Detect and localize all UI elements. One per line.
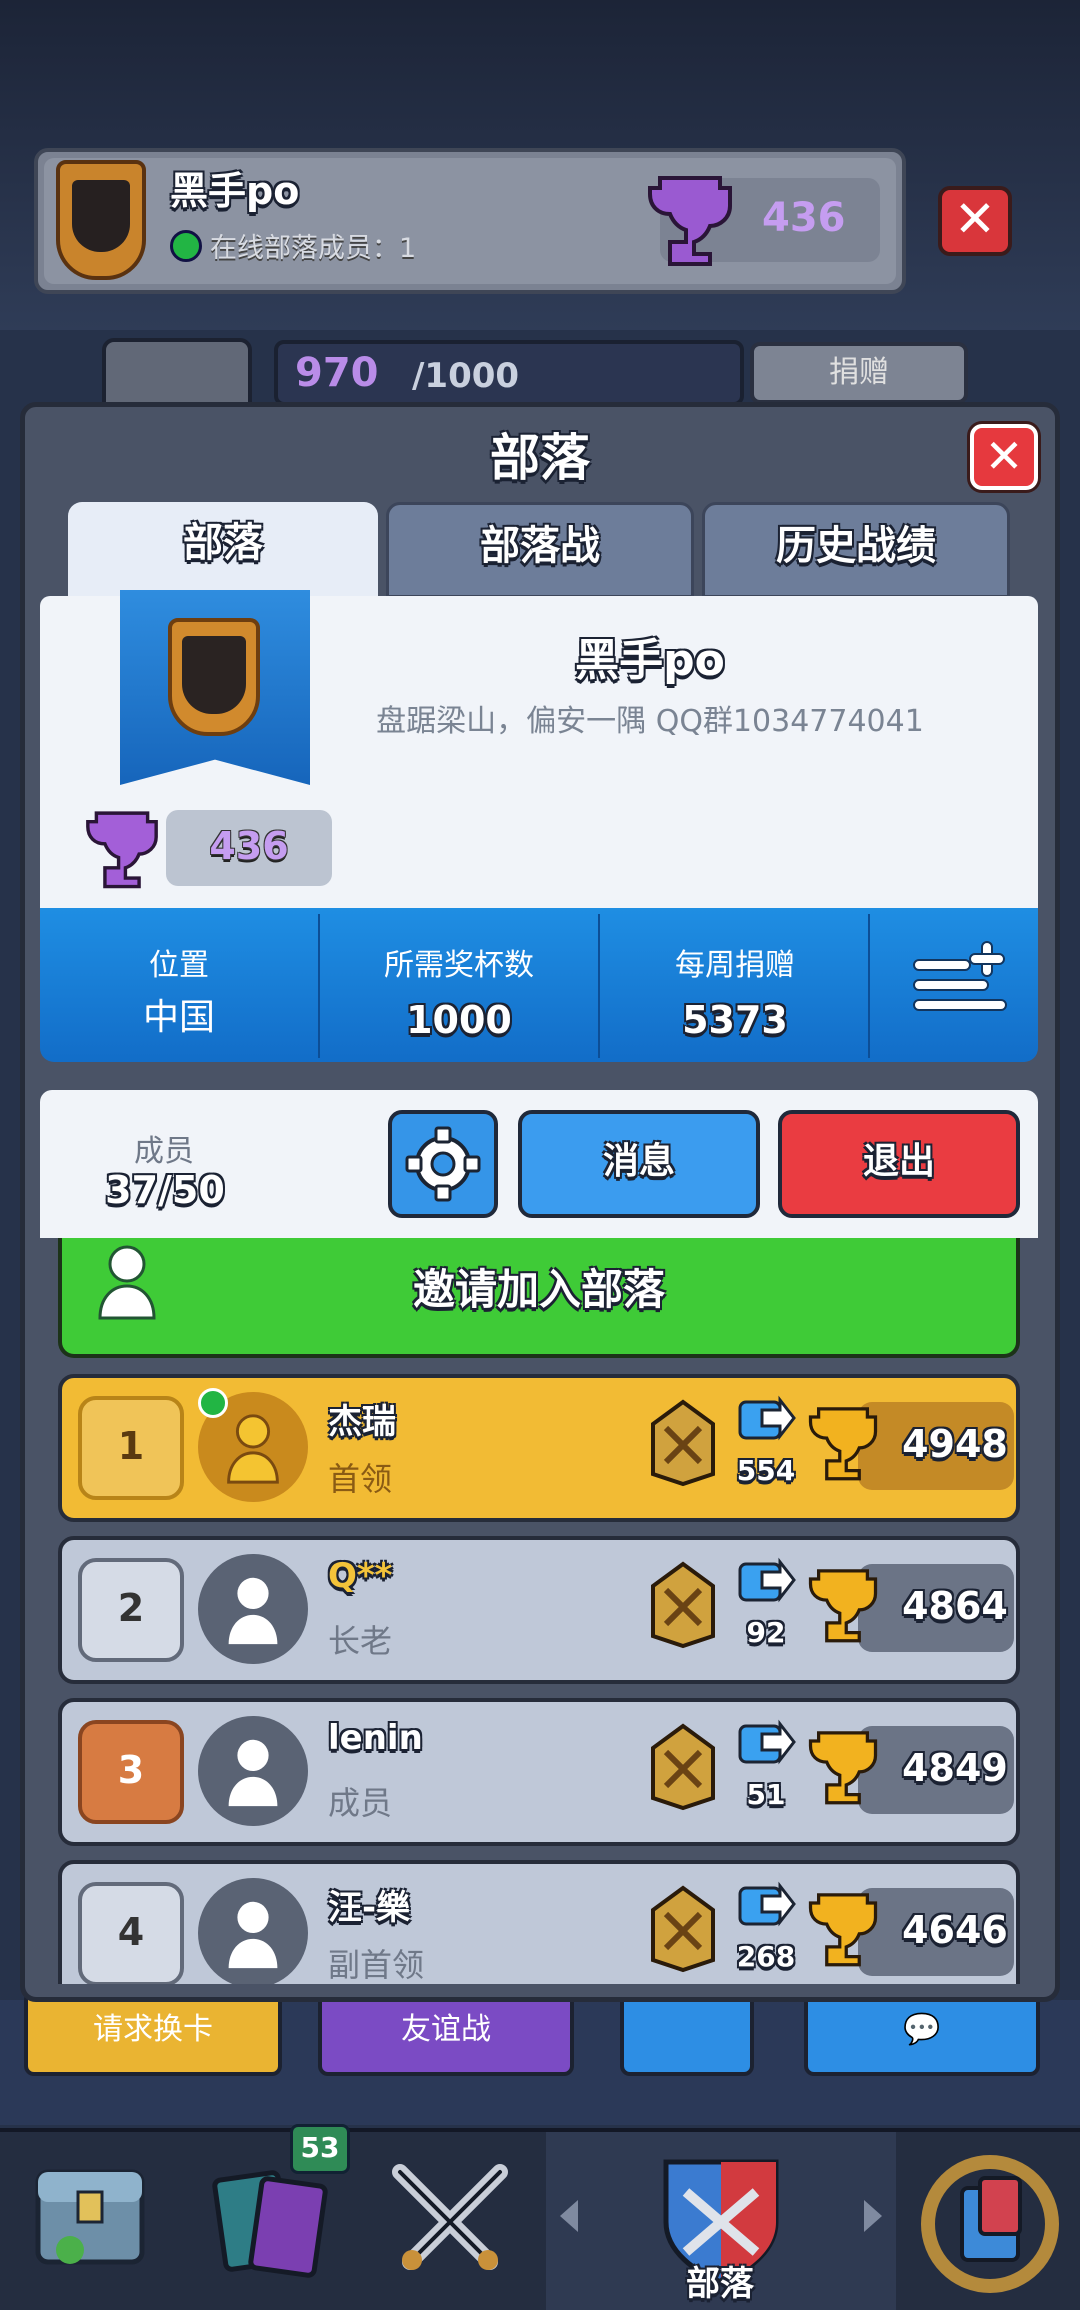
purple-trophy-icon <box>648 176 732 266</box>
divider <box>868 914 870 1058</box>
arena-rank-icon <box>646 1884 720 1974</box>
rank-badge: 3 <box>78 1720 184 1824</box>
tab-clan[interactable]: 部落 <box>68 502 378 598</box>
progress-max: /1000 <box>412 356 520 396</box>
clan-name: 黑手po <box>575 635 725 686</box>
donation-icon <box>736 1554 796 1610</box>
invite-button[interactable]: 邀请加入部落 <box>58 1238 1020 1358</box>
trophy-count: 4864 <box>902 1584 1008 1628</box>
donation-count: 51 <box>746 1778 786 1811</box>
chat-bubble-icon: 💬 <box>903 2012 941 2047</box>
emote-button[interactable] <box>620 1990 754 2076</box>
clan-trophy-value: 436 <box>209 824 289 868</box>
rank-badge: 4 <box>78 1882 184 1984</box>
donation-icon <box>736 1878 796 1934</box>
stat-label: 每周捐赠 <box>675 948 795 983</box>
clan-description: 盘踞梁山，偏安一隅 QQ群1034774041 <box>376 704 924 739</box>
stat-location: 位置 中国 <box>40 908 318 1062</box>
header-clan-name: 黑手po <box>170 169 300 213</box>
stat-value: 5373 <box>682 998 788 1042</box>
purple-trophy-icon <box>86 811 158 889</box>
gold-trophy-icon <box>804 1728 882 1810</box>
add-list-icon[interactable] <box>910 940 1010 1020</box>
laurel-cards-icon <box>921 2155 1059 2293</box>
request-card-button[interactable]: 请求换卡 <box>24 1990 282 2076</box>
tab-history[interactable]: 历史战绩 <box>702 502 1010 598</box>
donation-icon <box>736 1716 796 1772</box>
nav-battle[interactable] <box>360 2132 540 2310</box>
header-close-button[interactable]: ✕ <box>938 186 1012 256</box>
friendly-battle-button[interactable]: 友谊战 <box>318 1990 574 2076</box>
person-icon <box>227 1414 279 1484</box>
cards-badge: 53 <box>290 2124 350 2174</box>
panel-close-button[interactable]: ✕ <box>970 424 1038 490</box>
panel-title: 部落 <box>490 429 590 487</box>
online-indicator-icon <box>170 230 202 262</box>
clan-badge-icon <box>168 618 260 736</box>
member-role: 首领 <box>328 1460 393 1498</box>
tab-clan-war[interactable]: 部落战 <box>386 502 694 598</box>
member-role: 长老 <box>328 1622 393 1660</box>
donate-button[interactable]: 捐赠 <box>750 342 968 404</box>
person-icon <box>228 1901 278 1969</box>
members-label: 成员 <box>134 1134 194 1169</box>
stat-label: 所需奖杯数 <box>384 948 534 983</box>
crossed-swords-icon <box>392 2164 508 2270</box>
chat-button[interactable]: 💬 <box>804 1990 1040 2076</box>
rank-badge: 1 <box>78 1396 184 1500</box>
stat-weekly-donations: 每周捐赠 5373 <box>600 908 870 1062</box>
arena-rank-icon <box>646 1398 720 1488</box>
trophy-count: 4646 <box>902 1908 1008 1952</box>
trophy-count: 4849 <box>902 1746 1008 1790</box>
arena-rank-icon <box>646 1722 720 1812</box>
stat-label: 位置 <box>149 948 209 983</box>
stat-value: 1000 <box>406 998 512 1042</box>
donation-count: 554 <box>736 1454 796 1487</box>
online-members-text: 在线部落成员：1 <box>210 233 417 264</box>
gold-trophy-icon <box>804 1566 882 1648</box>
nav-active-label: 部落 <box>686 2264 754 2304</box>
nav-events[interactable] <box>900 2132 1080 2310</box>
chest-icon <box>35 2169 145 2265</box>
member-name: 汪-樂 <box>328 1888 411 1928</box>
settings-button[interactable] <box>388 1110 498 1218</box>
members-list[interactable]: 1 杰瑞 首领 2 Q** 长老 3 lenin 成员 4 汪-樂 副首领 55… <box>40 1362 1038 1984</box>
donation-count: 92 <box>746 1616 786 1649</box>
arena-rank-icon <box>646 1560 720 1650</box>
member-role: 副首领 <box>328 1946 425 1984</box>
member-role: 成员 <box>328 1784 393 1822</box>
rank-badge: 2 <box>78 1558 184 1662</box>
nav-shop[interactable] <box>0 2132 180 2310</box>
close-icon: ✕ <box>984 429 1024 483</box>
gear-icon <box>405 1126 481 1202</box>
person-icon <box>98 1245 156 1320</box>
message-button[interactable]: 消息 <box>518 1110 760 1218</box>
stat-required-trophies: 所需奖杯数 1000 <box>320 908 598 1062</box>
person-icon <box>228 1577 278 1645</box>
trophy-count: 4948 <box>902 1422 1008 1466</box>
members-count: 37/50 <box>105 1168 225 1212</box>
gold-trophy-icon <box>804 1404 882 1486</box>
stat-value: 中国 <box>142 997 215 1038</box>
member-name: 杰瑞 <box>328 1402 396 1442</box>
member-name: lenin <box>328 1718 423 1758</box>
online-indicator-icon <box>198 1388 228 1418</box>
quit-button[interactable]: 退出 <box>778 1110 1020 1218</box>
member-name: Q** <box>328 1556 393 1596</box>
donation-icon <box>736 1392 796 1448</box>
progress-current: 970 <box>295 350 379 396</box>
header-trophy-value: 436 <box>762 195 846 241</box>
person-icon <box>228 1739 278 1807</box>
gold-trophy-icon <box>804 1890 882 1972</box>
donation-count: 268 <box>736 1940 796 1973</box>
clan-badge-icon <box>56 160 146 280</box>
